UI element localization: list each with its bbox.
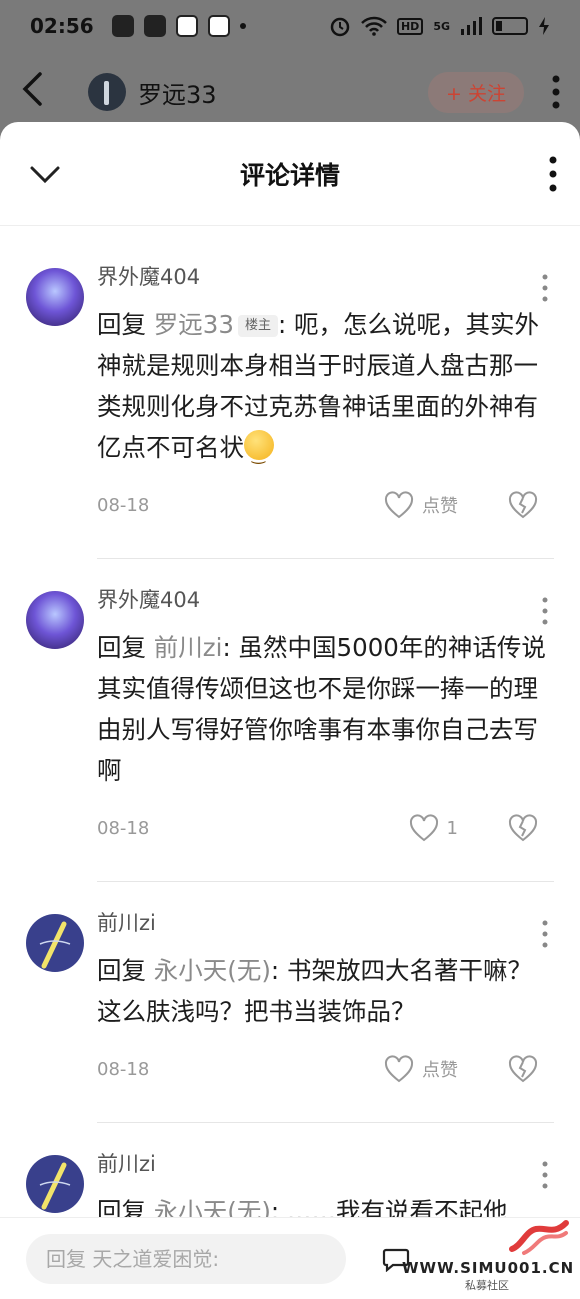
watermark-subtitle: 私募社区 (465, 1279, 509, 1292)
back-arrow-icon[interactable] (20, 71, 60, 114)
watermark-url: WWW.SIMU001.CN (402, 1259, 575, 1277)
dislike-broken-heart-icon[interactable] (508, 1055, 538, 1083)
status-time: 02:56 (30, 14, 94, 38)
app-notification-icon (207, 15, 230, 37)
sword-avatar[interactable] (26, 914, 84, 972)
reply-target[interactable]: 永小天(无) (154, 956, 271, 985)
sheet-title: 评论详情 (239, 160, 340, 190)
status-left: 02:56 (30, 14, 246, 38)
like-heart-icon[interactable] (409, 814, 439, 842)
alarm-icon (330, 17, 350, 37)
battery-icon (492, 17, 528, 35)
comment-footer: 08-18 1 (97, 803, 554, 853)
comment-username[interactable]: 前川zi (97, 908, 554, 938)
comment-body[interactable]: 回复 前川zi: 虽然中国5000年的神话传说其实值得传颂但这也不是你踩一捧一的… (97, 627, 554, 791)
like-count[interactable]: 1 (447, 818, 458, 839)
hd-badge: HD (396, 17, 424, 35)
sword-avatar[interactable] (26, 1155, 84, 1213)
like-heart-icon[interactable] (384, 1055, 414, 1083)
comment-actions: 1 (409, 814, 554, 842)
baidu-notification-icon (175, 15, 198, 37)
comment-detail-sheet: 评论详情 界外魔404 回复 罗远33 楼主: 呃，怎么说呢，其实外神就是规则本身… (0, 122, 580, 1299)
signal-5g-badge: 5G (433, 19, 450, 33)
comment-more-icon[interactable] (542, 597, 548, 625)
follow-button[interactable]: + 关注 (428, 71, 524, 113)
comment-actions: 点赞 (384, 491, 554, 519)
comment-username[interactable]: 界外魔404 (97, 585, 554, 615)
comment-more-icon[interactable] (542, 1161, 548, 1189)
post-more-icon[interactable] (552, 75, 560, 109)
comment-item: 前川zi 回复 永小天(无): 书架放四大名著干嘛？这么肤浅吗？把书当装饰品？ … (0, 908, 580, 1123)
comment-list: 界外魔404 回复 罗远33 楼主: 呃，怎么说呢，其实外神就是规则本身相当于时辰… (0, 226, 580, 1273)
rick-avatar[interactable] (26, 268, 84, 326)
comment-divider (97, 881, 554, 882)
sheet-more-icon[interactable] (548, 156, 558, 192)
post-top-nav: 罗远33 + 关注 (0, 56, 580, 128)
comment-footer: 08-18 点赞 (97, 1044, 554, 1094)
signal-icon (461, 17, 482, 35)
comment-username[interactable]: 前川zi (97, 1149, 554, 1179)
collapse-chevron-icon[interactable] (28, 158, 62, 192)
reply-separator: : (222, 633, 239, 662)
reply-target[interactable]: 前川zi (154, 633, 223, 662)
op-badge: 楼主 (237, 315, 278, 337)
reply-separator: : (278, 310, 295, 339)
comment-username[interactable]: 界外魔404 (97, 262, 554, 292)
reply-word: 回复 (97, 633, 146, 662)
comment-divider (97, 1122, 554, 1123)
status-right: HD 5G (329, 15, 550, 37)
author-avatar[interactable] (88, 73, 126, 111)
comment-actions: 点赞 (384, 1055, 554, 1083)
comment-item: 界外魔404 回复 前川zi: 虽然中国5000年的神话传说其实值得传颂但这也不… (0, 585, 580, 882)
back-chevron-icon (22, 71, 42, 106)
comment-more-icon[interactable] (542, 920, 548, 948)
more-notifications-icon (239, 23, 246, 29)
comment-date: 08-18 (97, 817, 150, 839)
charging-icon (539, 17, 549, 35)
like-label[interactable]: 点赞 (422, 1056, 458, 1082)
reply-input[interactable] (26, 1234, 346, 1284)
smile-emoji-icon (244, 430, 274, 475)
sword-avatar-art (39, 1162, 71, 1210)
comment-body[interactable]: 回复 罗远33 楼主: 呃，怎么说呢，其实外神就是规则本身相当于时辰道人盘古那一类… (97, 304, 554, 475)
comment-more-icon[interactable] (542, 274, 548, 302)
qq-notification-icon (143, 15, 166, 37)
like-label[interactable]: 点赞 (422, 492, 458, 518)
like-heart-icon[interactable] (384, 491, 414, 519)
sheet-header: 评论详情 (0, 122, 580, 226)
rick-avatar[interactable] (26, 591, 84, 649)
comment-date: 08-18 (97, 494, 150, 516)
author-name[interactable]: 罗远33 (138, 75, 217, 110)
reply-separator: : (270, 956, 287, 985)
comment-footer: 08-18 点赞 (97, 480, 554, 530)
watermark-logo-icon (509, 1220, 569, 1255)
status-bar: 02:56 HD 5G (0, 0, 580, 52)
reply-word: 回复 (97, 956, 146, 985)
reply-target[interactable]: 罗远33 (154, 310, 234, 339)
site-watermark: WWW.SIMU001.CN 私募社区 (402, 1219, 575, 1293)
comment-item: 界外魔404 回复 罗远33 楼主: 呃，怎么说呢，其实外神就是规则本身相当于时辰… (0, 262, 580, 559)
comment-date: 08-18 (97, 1058, 150, 1080)
wifi-icon (361, 16, 387, 36)
sword-avatar-art (39, 921, 71, 969)
comment-divider (97, 558, 554, 559)
dislike-broken-heart-icon[interactable] (508, 814, 538, 842)
mail-notification-icon (111, 15, 134, 37)
reply-word: 回复 (97, 310, 146, 339)
dislike-broken-heart-icon[interactable] (508, 491, 538, 519)
reply-bar: WWW.SIMU001.CN 私募社区 (0, 1217, 580, 1299)
comment-body[interactable]: 回复 永小天(无): 书架放四大名著干嘛？这么肤浅吗？把书当装饰品？ (97, 950, 554, 1032)
